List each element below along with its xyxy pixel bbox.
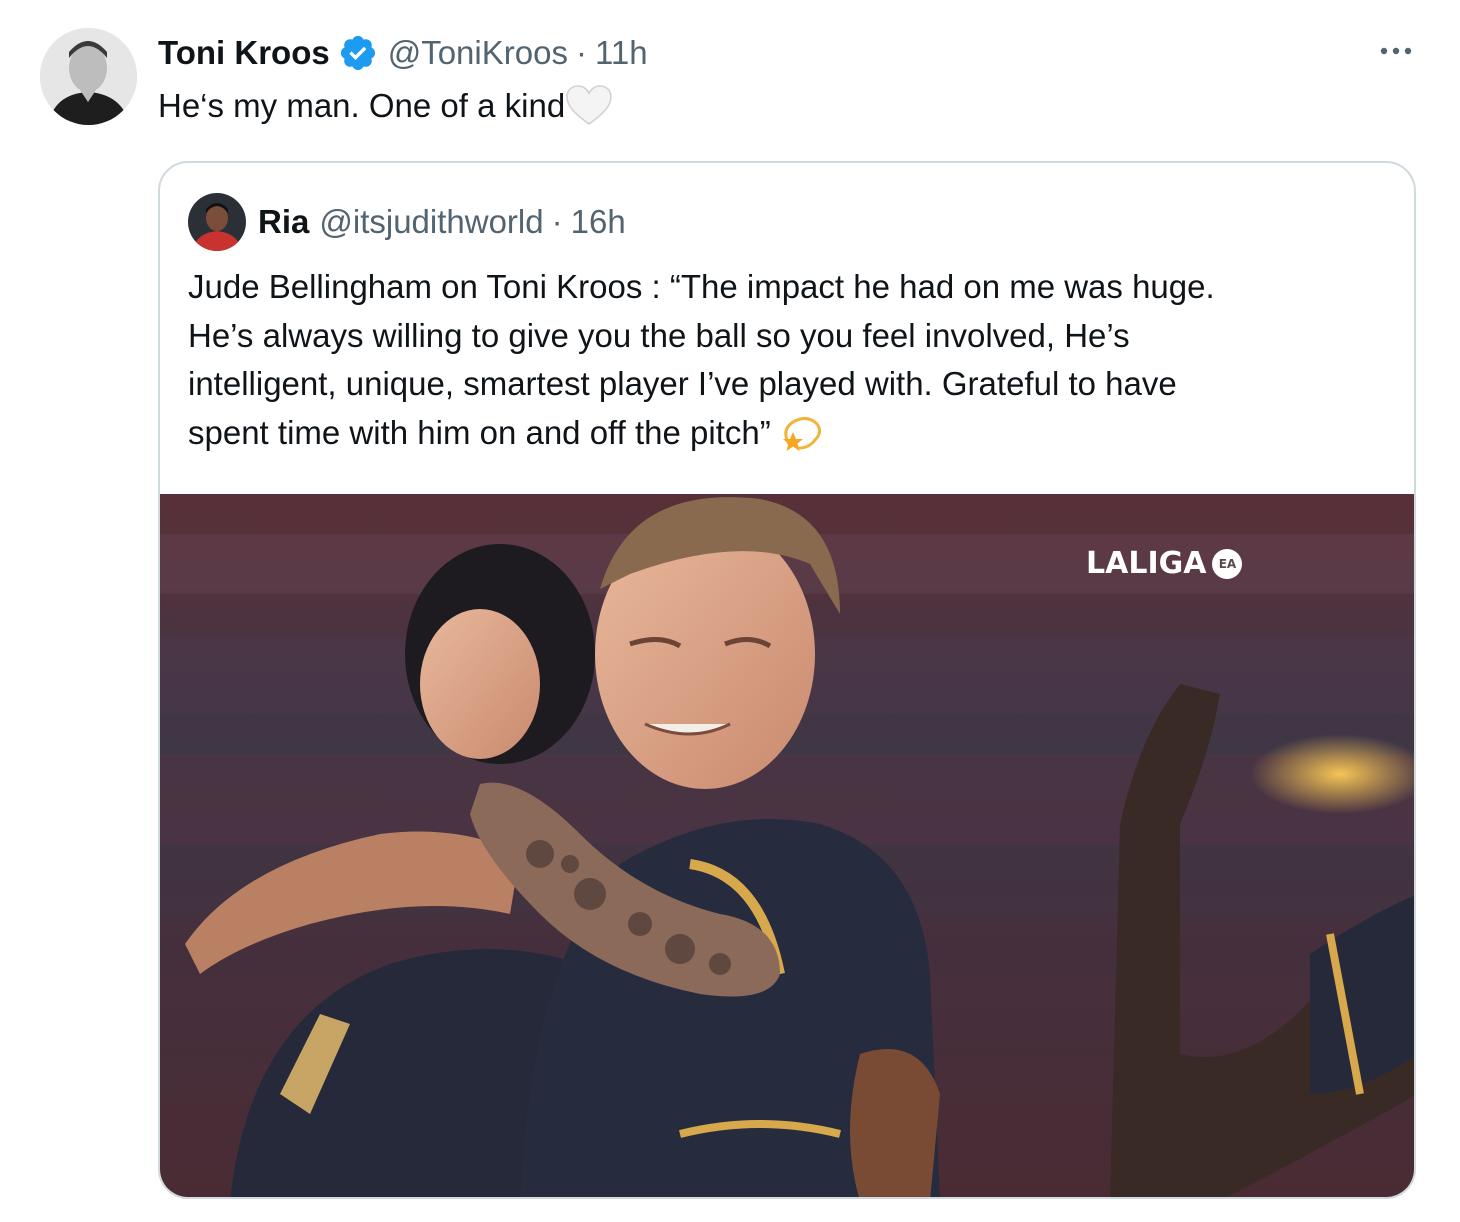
quoted-tweet-card[interactable]: Ria @itsjudithworld · 16h Jude Bellingha…	[158, 161, 1416, 1199]
separator-dot: ·	[575, 34, 587, 71]
author-handle[interactable]: @ToniKroos	[388, 34, 568, 72]
quoted-text-line: Jude Bellingham on Toni Kroos : “The imp…	[188, 268, 1215, 305]
ea-badge-icon: EA	[1212, 548, 1243, 579]
quoted-author-name: Ria	[258, 203, 310, 240]
tweet-text: He‘s my man. One of a kind	[158, 84, 613, 128]
quoted-author-handle: @itsjudithworld	[319, 203, 544, 240]
quoted-text-line-last: spent time with him on and off the pitch…	[188, 409, 1388, 458]
quoted-text-line-content: spent time with him on and off the pitch…	[188, 413, 771, 451]
video-frame	[160, 494, 1414, 1197]
white-heart-emoji	[566, 85, 612, 125]
quoted-author-avatar	[188, 193, 246, 251]
quoted-tweet-text: Jude Bellingham on Toni Kroos : “The imp…	[188, 263, 1388, 457]
laliga-watermark: LALIGA EA	[1086, 546, 1243, 581]
more-icon[interactable]	[1376, 36, 1416, 66]
dizzy-star-emoji	[782, 416, 821, 451]
tweet[interactable]: Toni Kroos @ToniKroos · 11h He‘s my man.…	[0, 0, 1460, 1222]
verified-badge-icon	[340, 35, 375, 71]
quoted-tweet-header: Ria @itsjudithworld · 16h	[188, 193, 626, 251]
author-name[interactable]: Toni Kroos	[158, 34, 330, 72]
author-avatar[interactable]	[40, 28, 137, 125]
quoted-text-line: He’s always willing to give you the ball…	[188, 316, 1130, 354]
quoted-text-line: intelligent, unique, smartest player I’v…	[188, 365, 1177, 402]
quoted-separator-dot: ·	[551, 203, 563, 240]
quoted-timestamp: 16h	[570, 203, 626, 240]
quoted-video-media[interactable]: LALIGA EA	[160, 494, 1414, 1197]
laliga-watermark-text: LALIGA	[1086, 546, 1207, 581]
avatar-photo	[40, 28, 137, 125]
tweet-text-content: He‘s my man. One of a kind	[158, 87, 566, 124]
tweet-timestamp[interactable]: 11h	[595, 34, 648, 72]
tweet-header: Toni Kroos @ToniKroos · 11h	[158, 30, 648, 76]
